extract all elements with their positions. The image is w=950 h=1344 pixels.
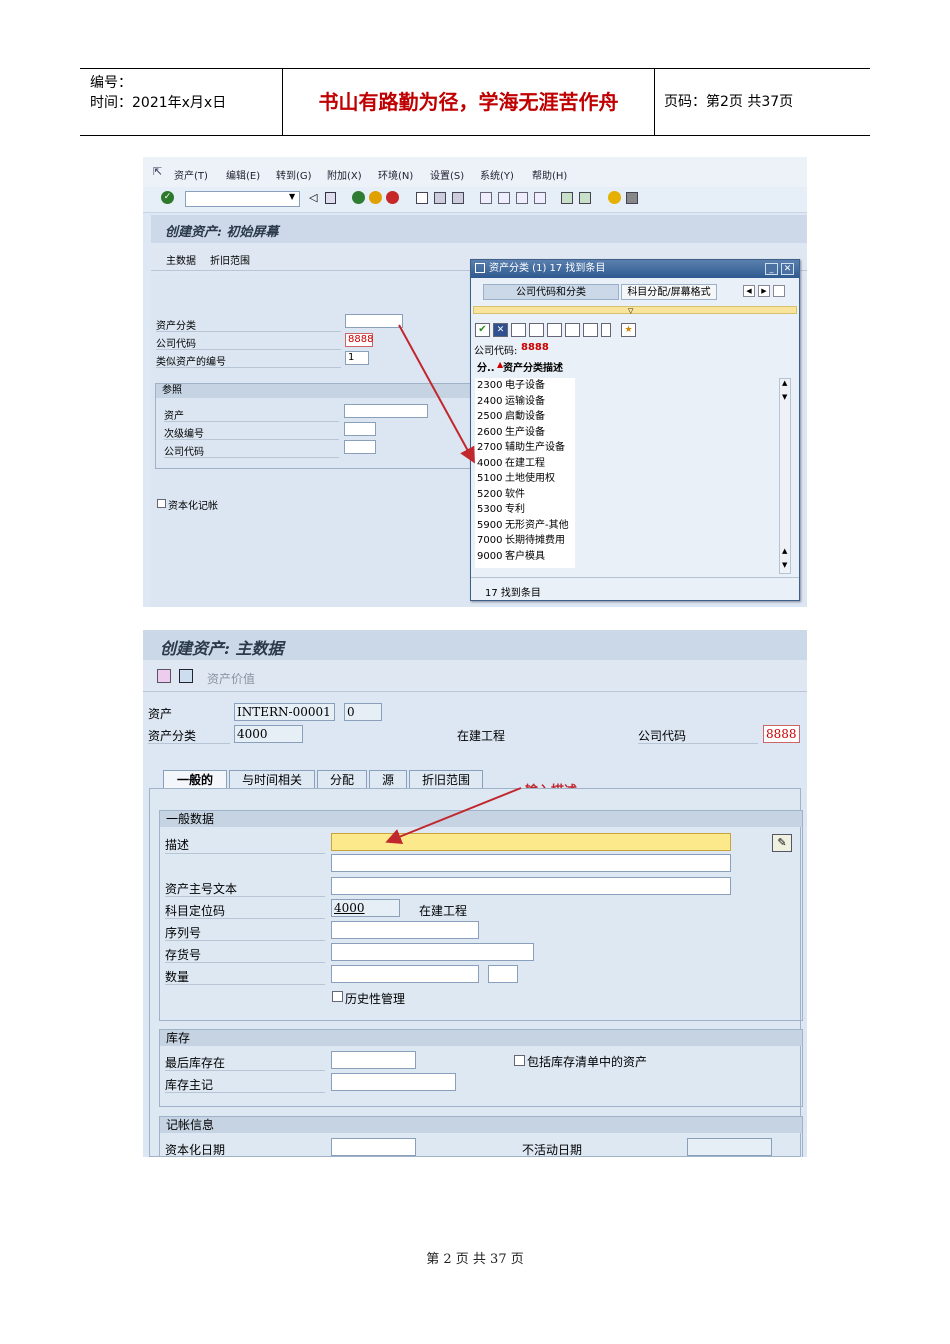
number-label: 编号： <box>90 75 132 91</box>
annotation-arrow <box>398 324 475 464</box>
screenshot-master-data: 创建资产: 主数据 资产价值 资产 INTERN-00001 0 资产分类 40… <box>143 630 807 1157</box>
header-left-cell: 编号： 时间：2021年x月x日 <box>80 69 282 135</box>
page-footer: 第 2 页 共 37 页 <box>426 1252 524 1267</box>
screenshot-initial-screen: ⇱ 资产(T) 编辑(E) 转到(G) 附加(X) 环境(N) 设置(S) 系统… <box>143 157 807 607</box>
document-header: 编号： 时间：2021年x月x日 书山有路勤为径，学海无涯苦作舟 页码：第2页 … <box>80 68 870 136</box>
motto: 书山有路勤为径，学海无涯苦作舟 <box>282 69 655 135</box>
annotation-arrow <box>385 787 522 844</box>
page-info: 页码：第2页 共37页 <box>664 94 794 110</box>
time-label: 时间：2021年x月x日 <box>90 95 227 111</box>
